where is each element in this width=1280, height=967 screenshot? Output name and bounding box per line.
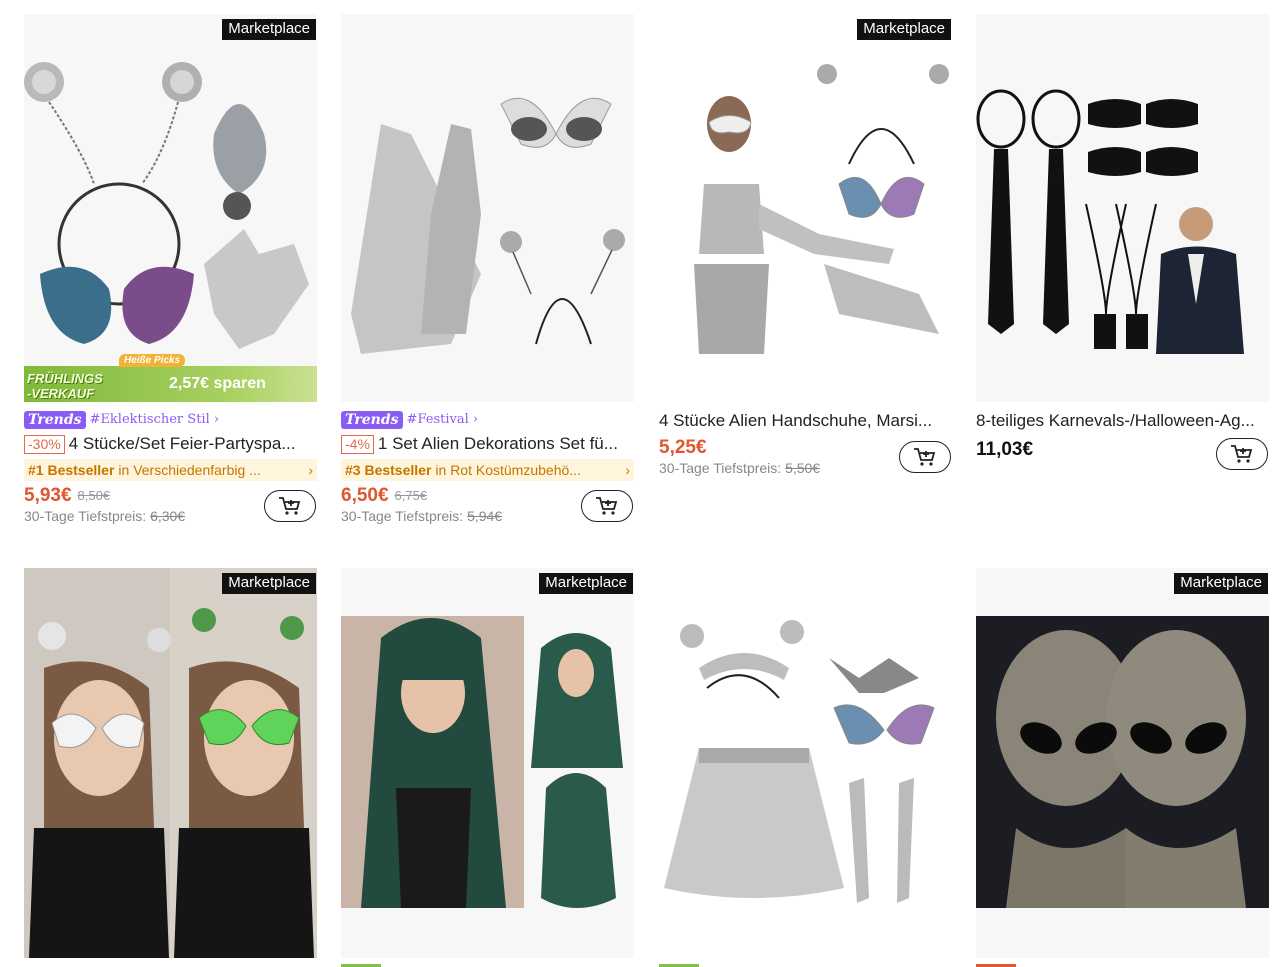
lowest-price-label: 30-Tage Tiefstpreis:: [24, 508, 147, 524]
old-price: 8,50€: [77, 488, 111, 503]
trends-row[interactable]: Trends #Eklektischer Stil ›: [24, 408, 317, 431]
product-photo-alien-costume-model: [659, 14, 952, 402]
product-card[interactable]: Marketplace: [24, 568, 317, 958]
product-image[interactable]: Marketplace: [976, 568, 1269, 958]
savings-amount: 2,57€ sparen: [169, 375, 266, 392]
discount-badge: -4%: [341, 434, 374, 454]
discount-badge: -30%: [24, 434, 65, 454]
price: 5,93€: [24, 484, 72, 506]
trends-logo: Trends: [24, 410, 86, 429]
product-card[interactable]: Marketplace: [976, 568, 1269, 958]
chevron-right-icon: ›: [308, 462, 313, 478]
product-photo-alien-headband-set: [24, 14, 317, 402]
product-title[interactable]: 4 Stücke Alien Handschuhe, Marsi...: [659, 410, 952, 432]
add-to-cart-button[interactable]: [1216, 438, 1268, 470]
product-photo-alien-mask: [976, 568, 1269, 958]
add-to-cart-icon: [596, 497, 618, 515]
spring-sale-banner[interactable]: Heiße Picks FRÜHLINGS -VERKAUF 2,57€ spa…: [24, 354, 317, 402]
product-title[interactable]: 1 Set Alien Dekorations Set fü...: [378, 433, 634, 455]
add-to-cart-icon: [279, 497, 301, 515]
product-image[interactable]: Marketplace: [341, 568, 634, 958]
old-price: 6,75€: [394, 488, 428, 503]
product-photo-alien-decoration-set: [341, 14, 634, 402]
product-title[interactable]: 8-teiliges Karnevals-/Halloween-Ag...: [976, 410, 1269, 432]
lowest-price-label: 30-Tage Tiefstpreis:: [659, 460, 782, 476]
bestseller-row[interactable]: #3 Bestseller in Rot Kostümzubehö... ›: [341, 459, 634, 481]
lowest-price-value: 5,94€: [467, 508, 503, 524]
bestseller-category: in Rot Kostümzubehö...: [435, 462, 581, 478]
bestseller-category: in Verschiedenfarbig ...: [118, 462, 261, 478]
price: 5,25€: [659, 436, 707, 458]
marketplace-badge: Marketplace: [222, 573, 316, 594]
product-card[interactable]: 8-teiliges Karnevals-/Halloween-Ag... 11…: [976, 14, 1269, 470]
spring-sale-line1: FRÜHLINGS: [27, 371, 103, 386]
product-image[interactable]: [976, 14, 1269, 402]
product-photo-green-wig: [341, 568, 634, 958]
bestseller-badge: #1 Bestseller: [28, 462, 115, 478]
add-to-cart-icon: [1231, 445, 1253, 463]
product-image[interactable]: Marketplace: [659, 14, 952, 402]
trends-tag[interactable]: #Festival ›: [407, 412, 479, 427]
lowest-price-value: 5,50€: [785, 460, 821, 476]
add-to-cart-button[interactable]: [899, 441, 951, 473]
product-title[interactable]: 4 Stücke/Set Feier-Partyspa...: [69, 433, 317, 455]
product-image[interactable]: Marketplace: [24, 568, 317, 958]
product-image[interactable]: [659, 568, 952, 958]
title-row[interactable]: -4% 1 Set Alien Dekorations Set fü...: [341, 431, 634, 457]
product-card[interactable]: Marketplace 4 Stücke Alien Handschuhe, M…: [659, 14, 952, 477]
product-card[interactable]: Marketplace: [341, 568, 634, 958]
add-to-cart-icon: [914, 448, 936, 466]
bestseller-row[interactable]: #1 Bestseller in Verschiedenfarbig ... ›: [24, 459, 317, 481]
hot-picks-label: Heiße Picks: [119, 354, 186, 367]
add-to-cart-button[interactable]: [581, 490, 633, 522]
spring-sale-line2: -VERKAUF: [27, 386, 95, 401]
product-photo-alien-glasses-models: [24, 568, 317, 958]
trends-row[interactable]: Trends #Festival ›: [341, 408, 634, 431]
product-photo-silver-skirt-set: [659, 568, 952, 958]
lowest-price-value: 6,30€: [150, 508, 186, 524]
trends-logo: Trends: [341, 410, 403, 429]
marketplace-badge: Marketplace: [857, 19, 951, 40]
product-photo-agent-costume-set: [976, 14, 1269, 402]
lowest-price-label: 30-Tage Tiefstpreis:: [341, 508, 464, 524]
product-card[interactable]: Marketplace Heiße Picks FRÜHLINGS -VERKA…: [24, 14, 317, 525]
bestseller-badge: #3 Bestseller: [345, 462, 432, 478]
product-image[interactable]: [341, 14, 634, 402]
price: 11,03€: [976, 438, 1034, 460]
spring-sale-label: FRÜHLINGS -VERKAUF: [27, 371, 103, 401]
marketplace-badge: Marketplace: [539, 573, 633, 594]
trends-tag[interactable]: #Eklektischer Stil ›: [90, 412, 220, 427]
title-row[interactable]: -30% 4 Stücke/Set Feier-Partyspa...: [24, 431, 317, 457]
product-card[interactable]: Trends #Festival › -4% 1 Set Alien Dekor…: [341, 14, 634, 525]
product-card[interactable]: [659, 568, 952, 958]
chevron-right-icon: ›: [625, 462, 630, 478]
price: 6,50€: [341, 484, 389, 506]
add-to-cart-button[interactable]: [264, 490, 316, 522]
product-image[interactable]: Marketplace Heiße Picks FRÜHLINGS -VERKA…: [24, 14, 317, 402]
marketplace-badge: Marketplace: [1174, 573, 1268, 594]
marketplace-badge: Marketplace: [222, 19, 316, 40]
